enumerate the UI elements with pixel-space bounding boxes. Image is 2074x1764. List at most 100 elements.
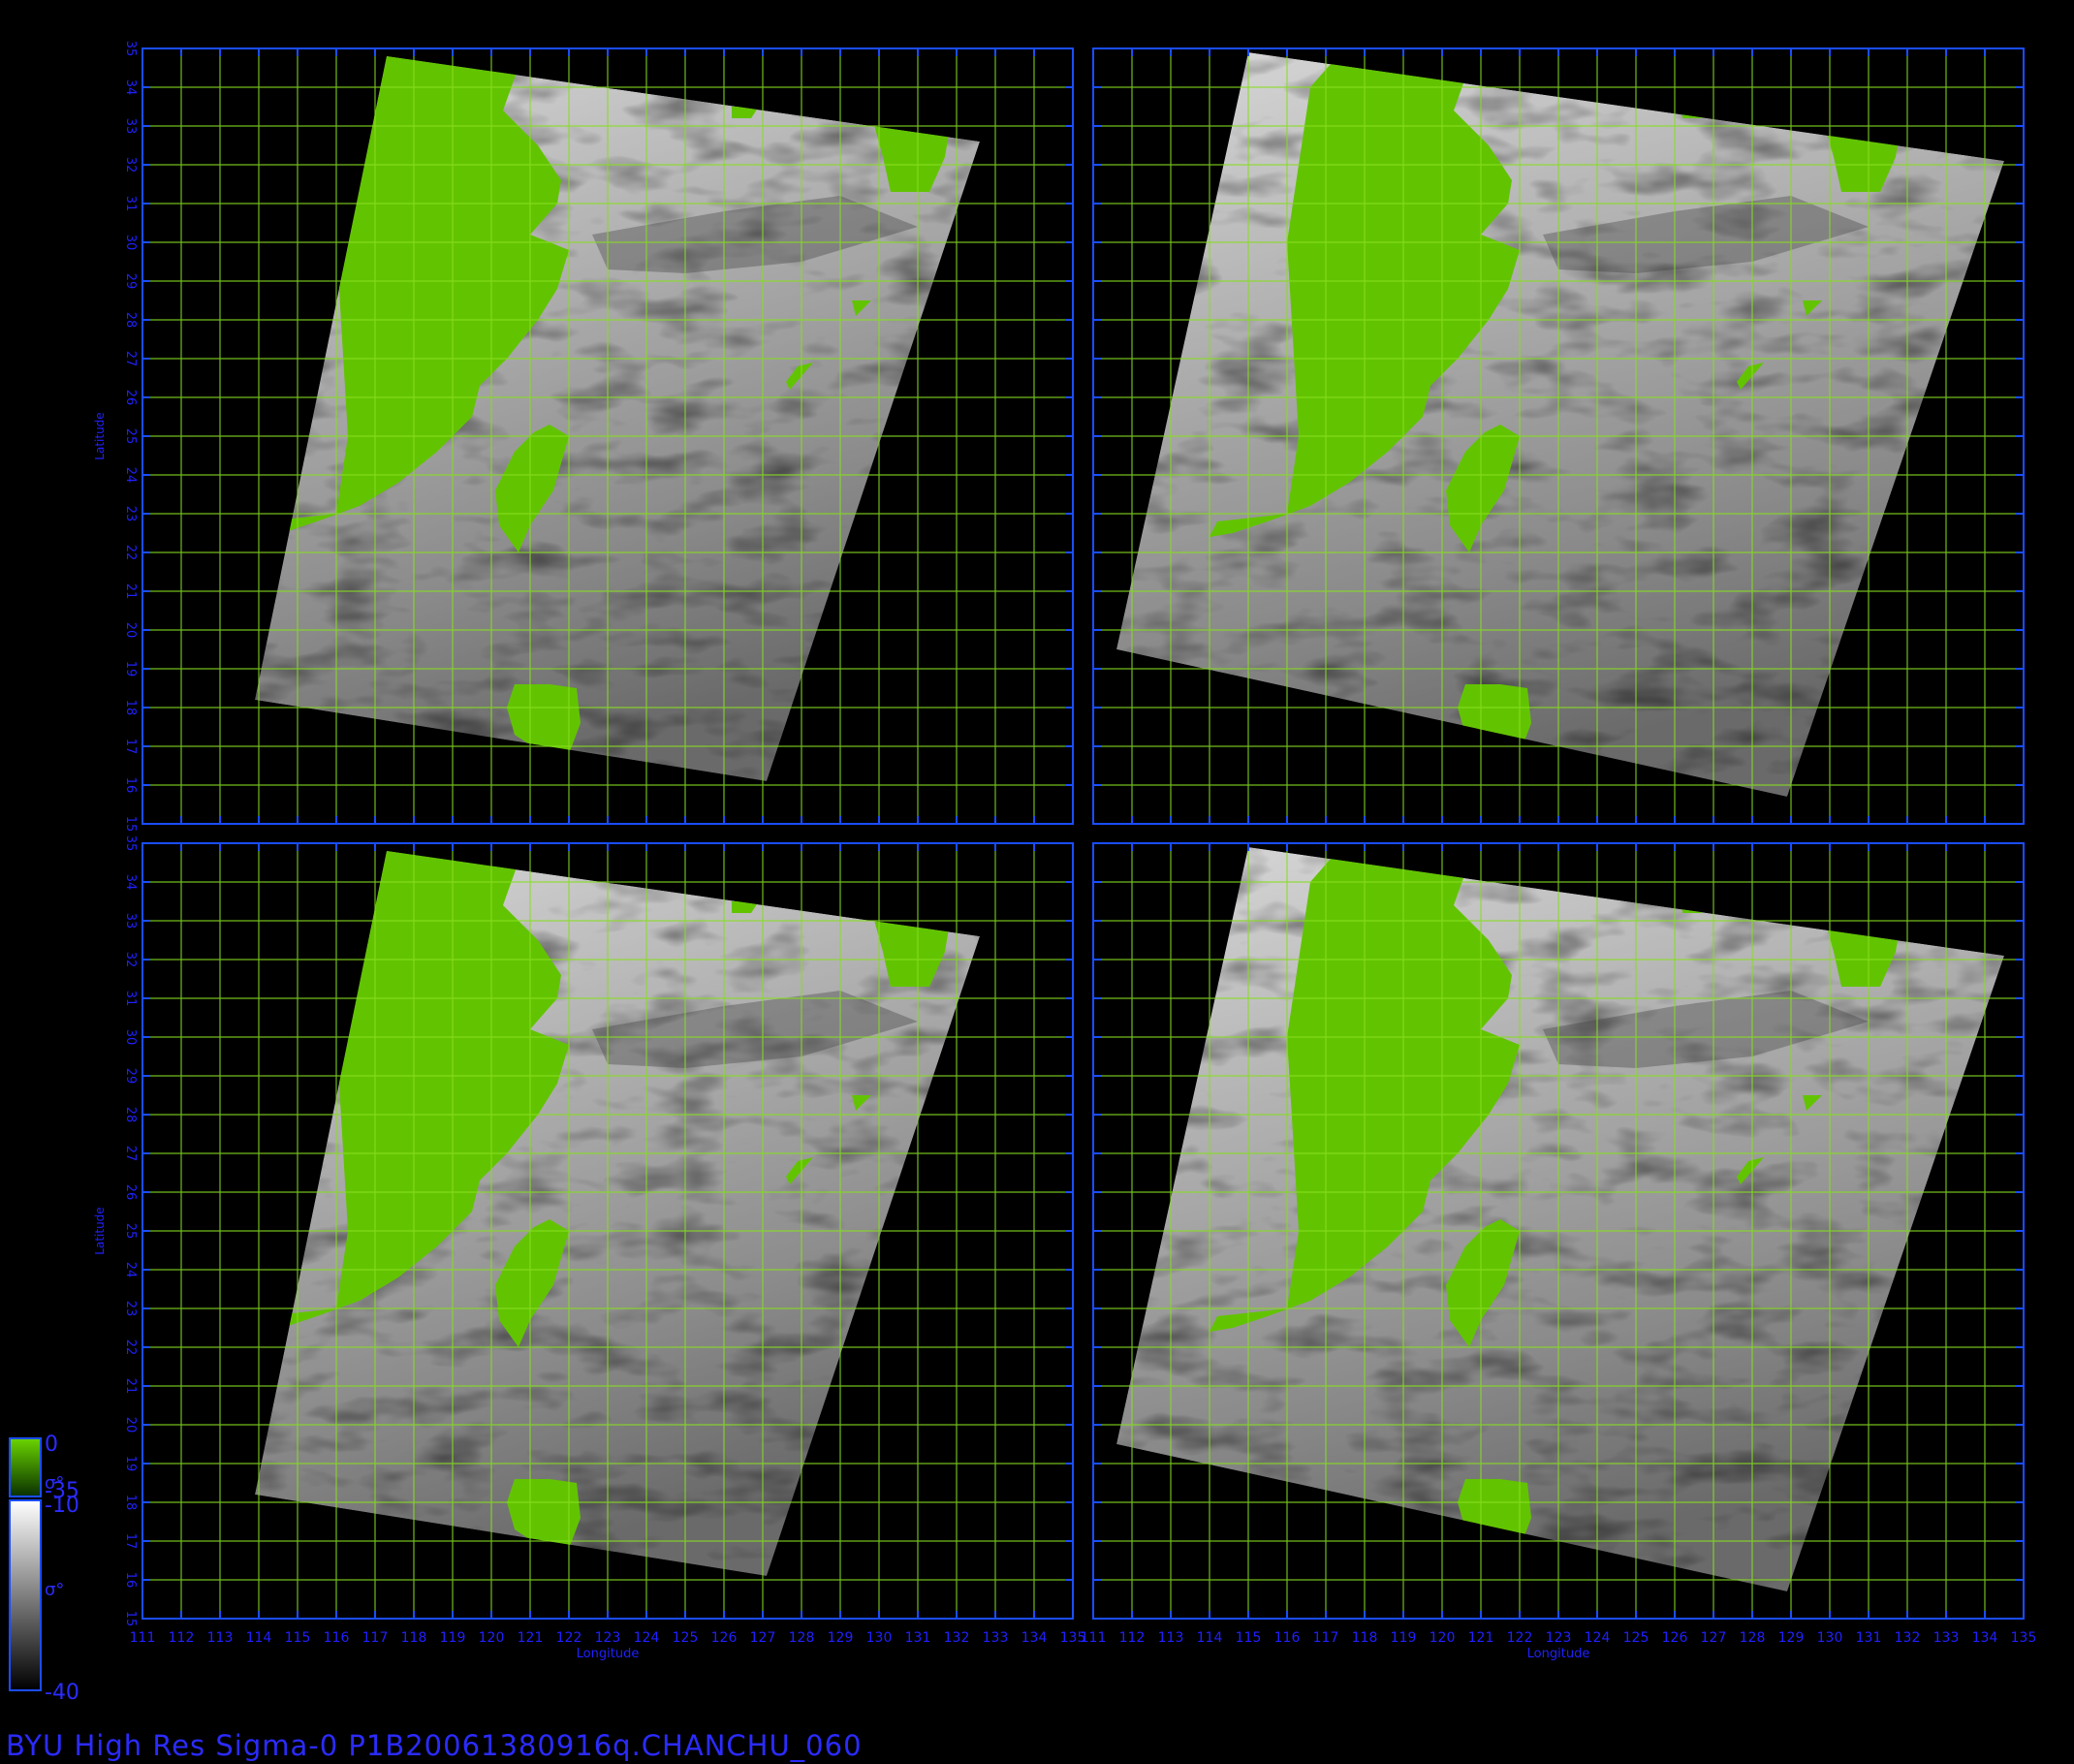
lon-tick-label: 120 bbox=[479, 1630, 505, 1646]
lat-tick-label: 29 bbox=[123, 1068, 138, 1085]
lon-tick-label: 132 bbox=[944, 1630, 970, 1646]
lat-tick-label: 18 bbox=[123, 1495, 138, 1511]
lat-tick-label: 25 bbox=[123, 428, 138, 445]
lon-tick-label: 113 bbox=[1158, 1630, 1184, 1646]
lon-tick-label: 131 bbox=[905, 1630, 931, 1646]
map-panel-top-left: 15 16 17 18 19 20 21 22 23 24 25 26 27 28 29 30 31 32 33 34… bbox=[93, 41, 1074, 833]
lat-tick-label: 16 bbox=[123, 1572, 138, 1589]
lon-tick-label: 117 bbox=[362, 1630, 389, 1646]
lat-tick-label: 15 bbox=[123, 816, 138, 833]
map-panel-bottom-left: 15 16 17 18 19 20 21 22 23 24 25 26 27 28 29 30 31 32 33 34… bbox=[93, 835, 1085, 1661]
lon-tick-label: 117 bbox=[1313, 1630, 1339, 1646]
lon-tick-label: 126 bbox=[711, 1630, 738, 1646]
lat-tick-label: 19 bbox=[123, 661, 138, 677]
lon-tick-label: 130 bbox=[866, 1630, 893, 1646]
lon-tick-label: 116 bbox=[1274, 1630, 1301, 1646]
lat-tick-label: 29 bbox=[123, 273, 138, 290]
lon-tick-label: 133 bbox=[983, 1630, 1009, 1646]
lat-tick-label: 35 bbox=[123, 41, 138, 57]
lon-tick-label: 120 bbox=[1430, 1630, 1456, 1646]
colorbar-ocean-symbol: σ° bbox=[45, 1580, 65, 1600]
map-panel-bottom-right: 111 112 113 114 115 116 117 118 119 120 121 122 123 1… bbox=[1081, 842, 2037, 1661]
colorbar-ocean-max: -10 bbox=[45, 1494, 79, 1518]
lon-tick-label: 118 bbox=[401, 1630, 427, 1646]
lat-tick-label: 32 bbox=[123, 157, 138, 173]
lon-tick-label: 113 bbox=[207, 1630, 234, 1646]
lon-tick-label: 115 bbox=[285, 1630, 311, 1646]
lon-tick-label: 125 bbox=[1623, 1630, 1650, 1646]
x-axis-label: Longitude bbox=[577, 1647, 640, 1661]
lon-tick-label: 114 bbox=[246, 1630, 272, 1646]
lon-tick-label: 124 bbox=[1585, 1630, 1611, 1646]
colorbar-ocean-min: -40 bbox=[45, 1681, 79, 1705]
lat-tick-label: 31 bbox=[123, 991, 138, 1007]
lat-tick-label: 33 bbox=[123, 118, 138, 135]
lat-lon-grid bbox=[1092, 842, 2025, 1620]
lon-tick-label: 119 bbox=[440, 1630, 466, 1646]
x-axis-label: Longitude bbox=[1527, 1647, 1590, 1661]
lon-tick-label: 126 bbox=[1662, 1630, 1688, 1646]
lon-tick-label: 135 bbox=[2011, 1630, 2037, 1646]
lat-tick-label: 24 bbox=[123, 1262, 138, 1278]
lat-tick-label: 22 bbox=[123, 545, 138, 561]
lat-tick-label: 32 bbox=[123, 952, 138, 968]
lon-tick-label: 115 bbox=[1236, 1630, 1262, 1646]
lat-tick-label: 27 bbox=[123, 351, 138, 367]
lat-tick-label: 17 bbox=[123, 1533, 138, 1550]
lon-tick-label: 121 bbox=[1468, 1630, 1494, 1646]
lat-tick-label: 34 bbox=[123, 79, 138, 96]
lat-lon-grid bbox=[141, 842, 1074, 1620]
lon-tick-label: 122 bbox=[1507, 1630, 1533, 1646]
lat-tick-label: 26 bbox=[123, 390, 138, 406]
lat-tick-label: 26 bbox=[123, 1184, 138, 1201]
lon-tick-label: 125 bbox=[673, 1630, 699, 1646]
lat-tick-label: 18 bbox=[123, 700, 138, 716]
map-canvas: 15 16 17 18 19 20 21 22 23 24 25 26 27 28 29 30 31 32 33 34… bbox=[9, 41, 2037, 1691]
lon-tick-label: 124 bbox=[634, 1630, 660, 1646]
lon-tick-label: 130 bbox=[1817, 1630, 1843, 1646]
lon-tick-label: 112 bbox=[1119, 1630, 1146, 1646]
lon-tick-label: 116 bbox=[324, 1630, 350, 1646]
lon-tick-label: 134 bbox=[1972, 1630, 1998, 1646]
lon-tick-label: 111 bbox=[130, 1630, 156, 1646]
y-axis-label: Latitude bbox=[93, 412, 107, 459]
lon-tick-label: 129 bbox=[828, 1630, 854, 1646]
lat-tick-label: 21 bbox=[123, 583, 138, 600]
lat-tick-label: 17 bbox=[123, 739, 138, 755]
lon-tick-label: 134 bbox=[1021, 1630, 1048, 1646]
lat-tick-label: 15 bbox=[123, 1611, 138, 1627]
lon-tick-label: 127 bbox=[750, 1630, 776, 1646]
lon-tick-label: 133 bbox=[1933, 1630, 1960, 1646]
lat-lon-grid bbox=[141, 47, 1074, 825]
lat-tick-label: 25 bbox=[123, 1223, 138, 1240]
lat-tick-label: 21 bbox=[123, 1378, 138, 1395]
land-mass bbox=[1682, 107, 1710, 118]
lat-tick-label: 28 bbox=[123, 1107, 138, 1123]
lat-tick-label: 20 bbox=[123, 622, 138, 639]
lon-tick-label: 114 bbox=[1197, 1630, 1223, 1646]
lon-tick-label: 128 bbox=[1740, 1630, 1766, 1646]
image-caption: BYU High Res Sigma-0 P1B20061380916q.CHA… bbox=[6, 1729, 863, 1762]
y-axis-label: Latitude bbox=[93, 1207, 107, 1254]
lat-tick-label: 22 bbox=[123, 1339, 138, 1356]
colorbar bbox=[9, 1437, 42, 1691]
lon-tick-label: 127 bbox=[1701, 1630, 1727, 1646]
lon-tick-label: 123 bbox=[1546, 1630, 1572, 1646]
lat-tick-label: 34 bbox=[123, 874, 138, 891]
lat-tick-label: 30 bbox=[123, 1029, 138, 1046]
lat-tick-label: 23 bbox=[123, 1301, 138, 1317]
colorbar-land bbox=[9, 1437, 42, 1497]
lon-tick-label: 129 bbox=[1778, 1630, 1805, 1646]
colorbar-land-max: 0 bbox=[45, 1433, 58, 1457]
lon-tick-label: 119 bbox=[1391, 1630, 1417, 1646]
lat-tick-label: 31 bbox=[123, 196, 138, 212]
lat-tick-label: 16 bbox=[123, 777, 138, 794]
colorbar-ocean bbox=[9, 1499, 42, 1691]
lon-tick-label: 122 bbox=[556, 1630, 582, 1646]
lon-tick-label: 118 bbox=[1352, 1630, 1378, 1646]
map-panel-top-right bbox=[1092, 47, 2025, 825]
lon-tick-label: 111 bbox=[1081, 1630, 1107, 1646]
lon-tick-label: 123 bbox=[595, 1630, 621, 1646]
lat-tick-label: 20 bbox=[123, 1417, 138, 1433]
lon-tick-label: 112 bbox=[169, 1630, 195, 1646]
